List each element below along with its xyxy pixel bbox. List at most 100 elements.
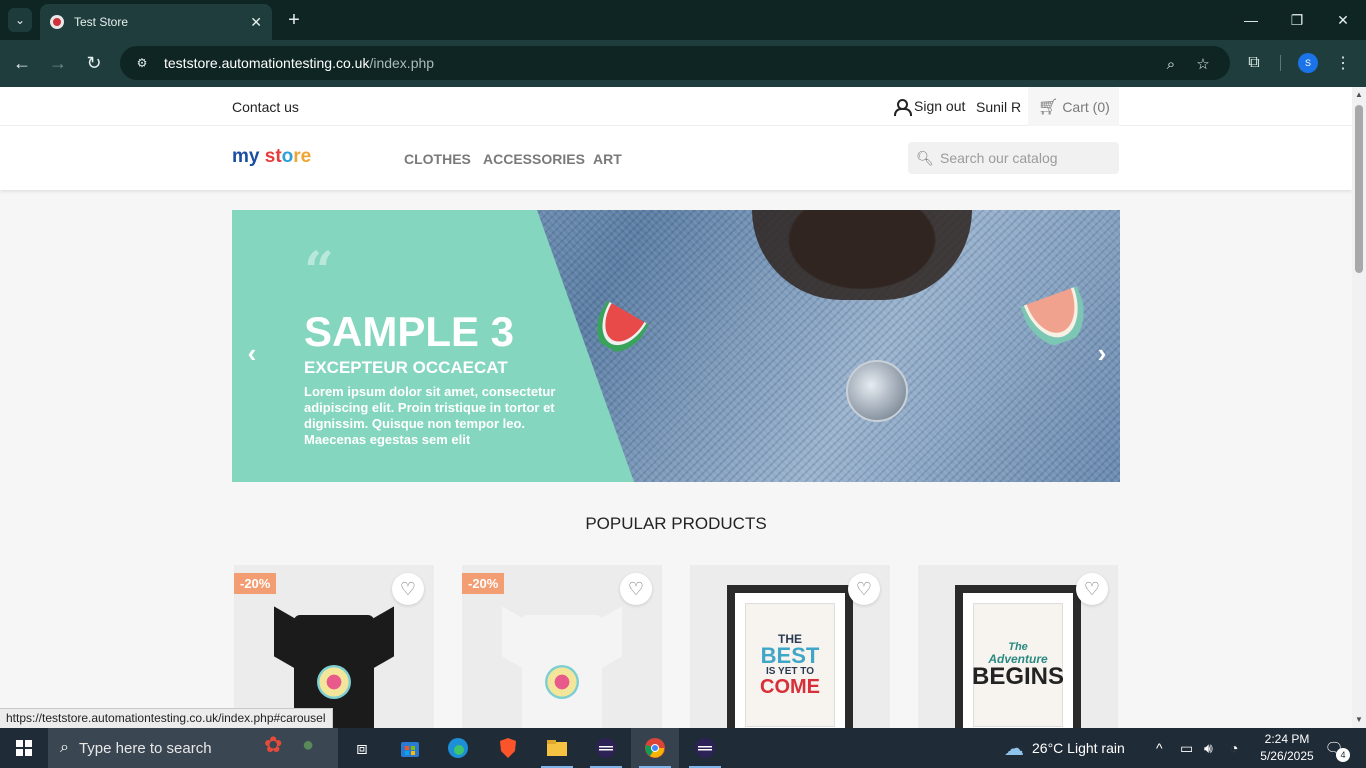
- scroll-thumb[interactable]: [1355, 105, 1363, 273]
- poster-art: THE BEST IS YET TO COME: [745, 603, 835, 727]
- clock-date: 5/26/2025: [1260, 749, 1314, 763]
- microsoft-store-icon[interactable]: [386, 728, 434, 768]
- logo-part: re: [293, 146, 312, 167]
- search-icon: ⌕: [60, 739, 69, 756]
- wishlist-heart-icon[interactable]: ♡: [848, 573, 880, 605]
- slide-subtitle: EXCEPTEUR OCCAECAT: [304, 358, 508, 377]
- search-highlight-icon: ✿: [264, 732, 283, 757]
- weather-widget[interactable]: ☁ 26°C Light rain: [1004, 728, 1125, 768]
- search-input[interactable]: [940, 150, 1110, 166]
- clock-time: 2:24 PM: [1264, 732, 1310, 746]
- scroll-down-icon[interactable]: ▼: [1352, 712, 1366, 726]
- menu-clothes[interactable]: CLOTHES: [404, 151, 471, 167]
- poster-art: The Adventure BEGINS: [972, 603, 1064, 727]
- eclipse-icon[interactable]: [582, 728, 630, 768]
- forward-icon[interactable]: →: [45, 50, 71, 76]
- tab-test-store[interactable]: Test Store ✕: [40, 4, 272, 40]
- product-image-poster-best[interactable]: THE BEST IS YET TO COME: [727, 585, 853, 728]
- show-hidden-icons-icon[interactable]: ^: [1156, 728, 1163, 768]
- file-explorer-icon[interactable]: [533, 728, 581, 768]
- edge-icon[interactable]: [434, 728, 482, 768]
- weather-text: 26°C Light rain: [1032, 740, 1125, 756]
- page-scrollbar[interactable]: ▲ ▼: [1352, 87, 1366, 728]
- user-icon: [893, 98, 912, 116]
- denim-button: [846, 360, 908, 422]
- task-view-icon[interactable]: ⧈: [338, 728, 386, 768]
- menu-art[interactable]: ART: [593, 151, 622, 167]
- rain-cloud-icon: ☁: [1004, 737, 1024, 760]
- quote-icon: “: [304, 241, 334, 302]
- poster-line: BEST: [760, 643, 820, 668]
- wishlist-heart-icon[interactable]: ♡: [392, 573, 424, 605]
- back-icon[interactable]: ←: [9, 50, 35, 76]
- taskbar-search[interactable]: ⌕ Type here to search ✿ ●: [48, 728, 338, 768]
- cart-label: Cart (0): [1062, 98, 1110, 115]
- url-host: teststore.automationtesting.co.uk: [164, 55, 370, 71]
- logo-part: o: [281, 146, 294, 167]
- battery-icon[interactable]: ▭: [1180, 728, 1193, 768]
- taskbar-clock[interactable]: 2:24 PM 5/26/2025: [1252, 731, 1322, 765]
- menu-accessories[interactable]: ACCESSORIES: [483, 151, 585, 167]
- tab-strip: ⌄ Test Store ✕ + — ❐ ✕: [0, 0, 1366, 40]
- store-logo[interactable]: my store: [232, 146, 311, 168]
- url-path: /index.php: [369, 55, 435, 71]
- top-nav: Contact us Sign out Sunil R 🛒︎ Cart (0): [0, 87, 1352, 126]
- search-box: 🔍︎: [908, 142, 1119, 174]
- carousel-prev-icon[interactable]: ‹: [240, 338, 264, 368]
- chrome-icon[interactable]: [631, 728, 679, 768]
- notifications-icon[interactable]: 🗨︎ 4: [1322, 736, 1350, 762]
- product-image-poster-adventure[interactable]: The Adventure BEGINS: [955, 585, 1081, 728]
- close-tab-icon[interactable]: ✕: [250, 14, 262, 31]
- windows-start-icon[interactable]: [0, 728, 48, 768]
- eclipse-icon[interactable]: [681, 728, 729, 768]
- profile-avatar[interactable]: S: [1298, 53, 1318, 73]
- cart-link[interactable]: 🛒︎ Cart (0): [1028, 87, 1119, 126]
- taskbar-search-placeholder: Type here to search: [78, 739, 212, 757]
- wishlist-heart-icon[interactable]: ♡: [1076, 573, 1108, 605]
- minimize-icon[interactable]: —: [1228, 0, 1274, 40]
- product-image-white-sweater[interactable]: [502, 603, 622, 728]
- wishlist-heart-icon[interactable]: ♡: [620, 573, 652, 605]
- hummingbird-print: [317, 665, 351, 699]
- discount-badge: -20%: [462, 573, 505, 594]
- logo-part: my: [232, 146, 260, 167]
- browser-toolbar: ← → ↻ ⚙ teststore.automationtesting.co.u…: [0, 40, 1366, 87]
- poster-line: The: [1008, 640, 1028, 653]
- search-icon[interactable]: 🔍︎: [916, 149, 934, 167]
- zoom-icon[interactable]: ⌕: [1161, 54, 1181, 74]
- slide-text: Lorem ipsum dolor sit amet, consectetur …: [304, 384, 556, 447]
- reload-icon[interactable]: ↻: [81, 50, 107, 76]
- tab-search-icon[interactable]: ⌄: [8, 8, 32, 32]
- signout-link[interactable]: Sign out: [893, 98, 965, 116]
- bookmark-star-icon[interactable]: ☆: [1193, 54, 1213, 74]
- product-card[interactable]: The Adventure BEGINS ♡: [918, 565, 1118, 728]
- poster-line: COME: [760, 676, 820, 698]
- scroll-up-icon[interactable]: ▲: [1352, 87, 1366, 101]
- hummingbird-print: [545, 665, 579, 699]
- carousel-next-icon[interactable]: ›: [1090, 338, 1114, 368]
- new-tab-icon[interactable]: +: [282, 8, 306, 32]
- link-status-bar: https://teststore.automationtesting.co.u…: [0, 708, 333, 728]
- contact-link[interactable]: Contact us: [232, 99, 299, 115]
- product-card[interactable]: -20% ♡: [462, 565, 662, 728]
- slide-title: SAMPLE 3: [304, 308, 515, 355]
- menu-kebab-icon[interactable]: ⋮: [1330, 50, 1356, 76]
- notification-count: 4: [1336, 748, 1350, 762]
- restore-icon[interactable]: ❐: [1274, 0, 1320, 40]
- account-name-link[interactable]: Sunil R: [976, 99, 1021, 115]
- carousel[interactable]: “ SAMPLE 3 EXCEPTEUR OCCAECAT Lorem ipsu…: [232, 210, 1120, 482]
- volume-icon[interactable]: 🔊︎: [1204, 728, 1213, 768]
- search-highlight-icon: ●: [302, 734, 315, 756]
- network-icon[interactable]: ◔: [1230, 728, 1238, 768]
- close-window-icon[interactable]: ✕: [1320, 0, 1366, 40]
- windows-taskbar: ⌕ Type here to search ✿ ● ⧈ ☁ 26°C Light…: [0, 728, 1366, 768]
- extensions-icon[interactable]: ⧉: [1241, 50, 1267, 76]
- web-page: Contact us Sign out Sunil R 🛒︎ Cart (0) …: [0, 87, 1352, 728]
- product-card[interactable]: -20% ♡: [234, 565, 434, 728]
- brave-icon[interactable]: [484, 728, 532, 768]
- address-bar[interactable]: ⚙ teststore.automationtesting.co.uk/inde…: [120, 46, 1230, 80]
- poster-mat: The Adventure BEGINS: [963, 593, 1073, 728]
- product-card[interactable]: THE BEST IS YET TO COME ♡: [690, 565, 890, 728]
- toolbar-separator: [1280, 55, 1281, 71]
- site-info-icon[interactable]: ⚙: [134, 55, 150, 71]
